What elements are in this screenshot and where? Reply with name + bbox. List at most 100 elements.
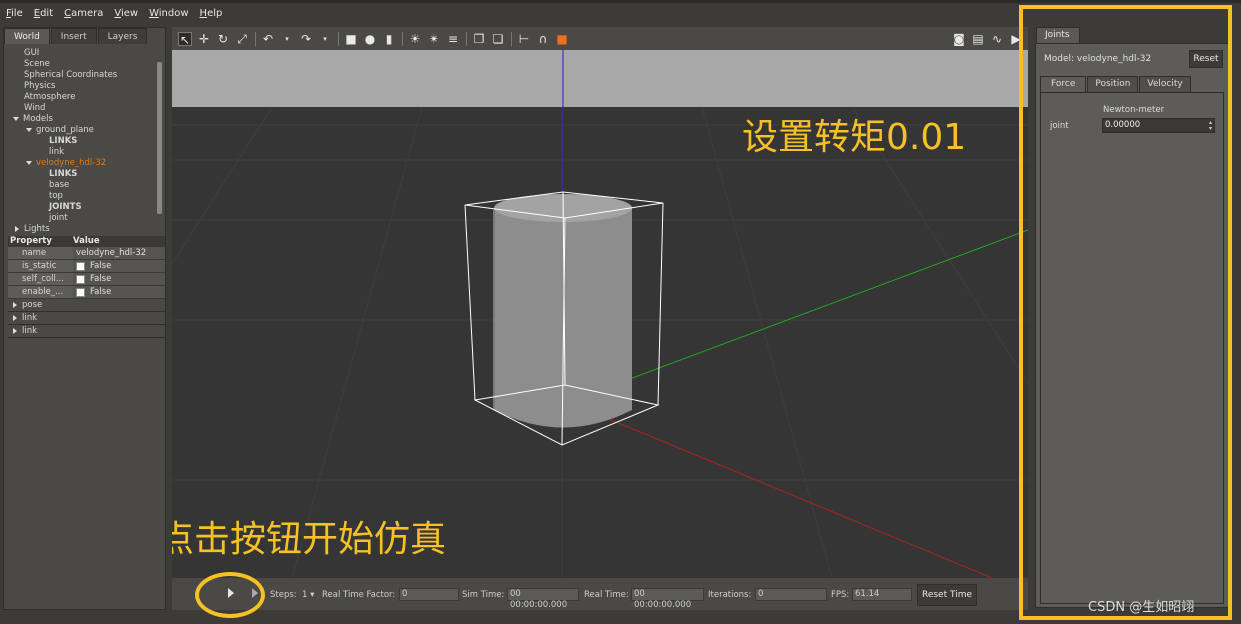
menu-camera-rest: amera (71, 8, 104, 19)
property-value-field: False (73, 260, 165, 272)
tree-item-top[interactable]: top (7, 191, 159, 202)
spot-light-icon[interactable]: ✴ (427, 32, 441, 46)
paste-icon[interactable]: ❏ (491, 32, 505, 46)
collapse-arrow-icon[interactable] (13, 314, 17, 321)
annotation-set-torque: 设置转矩0.01 (742, 117, 967, 158)
menu-window[interactable]: Window (149, 8, 188, 19)
tab-world[interactable]: World (4, 28, 50, 44)
reset-time-button[interactable]: Reset Time (917, 584, 977, 606)
tree-item-scene[interactable]: Scene (7, 59, 159, 70)
menu-window-accel: W (149, 8, 159, 19)
redo-history-icon[interactable]: ▾ (318, 32, 332, 46)
point-light-icon[interactable]: ☀ (408, 32, 422, 46)
directional-light-icon[interactable]: ≡ (446, 32, 460, 46)
snap-icon[interactable]: ∩ (536, 32, 550, 46)
cylinder-shape-icon[interactable]: ▮ (382, 32, 396, 46)
property-name: enable_... (8, 286, 73, 298)
menu-edit-rest: dit (40, 8, 54, 19)
undo-history-icon[interactable]: ▾ (280, 32, 294, 46)
tree-item-models[interactable]: Models (7, 114, 159, 125)
menu-help-accel: H (199, 8, 208, 19)
sim-time-field: 00 00:00:00.000 (507, 588, 579, 610)
toolbar-separator (402, 31, 403, 46)
real-time-field: 00 00:00:00.000 (631, 588, 704, 610)
tree-item-links-ground[interactable]: LINKS (7, 136, 159, 147)
expand-arrow-icon[interactable] (26, 160, 32, 165)
steps-dropdown-icon[interactable]: ▾ (310, 590, 314, 600)
tree-item-links-velodyne[interactable]: LINKS (7, 169, 159, 180)
screenshot-icon[interactable]: ◙ (952, 32, 966, 46)
real-time-label: Real Time: (584, 590, 629, 600)
tree-item-wind[interactable]: Wind (7, 103, 159, 114)
menu-camera[interactable]: Camera (64, 8, 103, 19)
rotate-mode-icon[interactable]: ↻ (216, 32, 230, 46)
steps-value: 1 (302, 590, 308, 600)
expand-arrow-icon[interactable] (13, 116, 19, 121)
property-name: name (8, 247, 73, 259)
rtf-field: 0 (399, 588, 459, 601)
collapse-arrow-icon[interactable] (13, 327, 17, 334)
tree-item-ground-plane[interactable]: ground_plane (7, 125, 159, 136)
time-panel: Steps: 1 ▾ Real Time Factor: 0 Sim Time:… (172, 578, 1028, 610)
redo-icon[interactable]: ↷ (299, 32, 313, 46)
is-static-checkbox[interactable] (76, 261, 85, 271)
fps-label: FPS: (831, 590, 850, 600)
collapse-arrow-icon[interactable] (15, 225, 19, 232)
toolbar-separator (466, 31, 467, 46)
property-group-link[interactable]: link (8, 325, 165, 338)
menu-file[interactable]: File (6, 8, 23, 19)
property-value-field: False (73, 273, 165, 285)
collapse-arrow-icon[interactable] (13, 301, 17, 308)
tree-label-models: Models (23, 114, 53, 124)
box-shape-icon[interactable]: ■ (344, 32, 358, 46)
steps-label: Steps: (270, 590, 297, 600)
menu-help[interactable]: Help (200, 8, 223, 19)
iterations-field: 0 (755, 588, 827, 601)
tree-item-base[interactable]: base (7, 180, 159, 191)
align-icon[interactable]: ⊢ (517, 32, 531, 46)
property-row: enable_... False (8, 286, 165, 299)
property-value: velodyne_hdl-32 (76, 247, 147, 258)
property-row: self_coll... False (8, 273, 165, 286)
tab-insert[interactable]: Insert (50, 28, 97, 44)
tree-item-link[interactable]: link (7, 147, 159, 158)
scale-mode-icon[interactable]: ⤢ (235, 32, 249, 46)
steps-spinner[interactable]: 1 ▾ (302, 590, 314, 600)
tree-scrollbar[interactable] (157, 62, 162, 214)
tree-item-gui[interactable]: GUI (7, 48, 159, 59)
enable-wind-checkbox[interactable] (76, 287, 85, 297)
property-group-link[interactable]: link (8, 312, 165, 325)
tree-item-spherical[interactable]: Spherical Coordinates (7, 70, 159, 81)
tree-item-velodyne[interactable]: velodyne_hdl-32 (7, 158, 159, 169)
change-view-icon[interactable]: ■ (555, 32, 569, 46)
scene-viewport[interactable]: 设置转矩0.01 点击按钮开始仿真 (172, 50, 1028, 578)
tree-item-joints[interactable]: JOINTS (7, 202, 159, 213)
expand-arrow-icon[interactable] (26, 127, 32, 132)
tree-item-physics[interactable]: Physics (7, 81, 159, 92)
self-collide-checkbox[interactable] (76, 274, 85, 284)
sphere-shape-icon[interactable]: ● (363, 32, 377, 46)
tree-item-lights[interactable]: Lights (7, 224, 159, 234)
sim-time-label: Sim Time: (462, 590, 505, 600)
menu-edit[interactable]: Edit (34, 8, 53, 19)
translate-mode-icon[interactable]: ✛ (197, 32, 211, 46)
tab-layers[interactable]: Layers (97, 28, 148, 44)
tree-item-atmosphere[interactable]: Atmosphere (7, 92, 159, 103)
property-value: False (90, 286, 112, 297)
watermark: CSDN @生如昭翊 (1088, 600, 1195, 615)
undo-icon[interactable]: ↶ (261, 32, 275, 46)
property-value-field[interactable]: velodyne_hdl-32 (73, 247, 165, 259)
select-mode-icon[interactable]: ↖ (178, 31, 192, 47)
toolbar-separator (511, 31, 512, 46)
property-group-label: pose (22, 300, 43, 310)
property-group-pose[interactable]: pose (8, 299, 165, 312)
value-col-header: Value (73, 236, 100, 246)
world-tree: GUI Scene Spherical Coordinates Physics … (7, 48, 159, 234)
tree-label-lights: Lights (24, 224, 50, 234)
copy-icon[interactable]: ❐ (472, 32, 486, 46)
log-icon[interactable]: ▤ (971, 32, 985, 46)
property-value-field: False (73, 286, 165, 298)
plot-icon[interactable]: ∿ (990, 32, 1004, 46)
menu-view[interactable]: View (114, 8, 138, 19)
tree-item-joint[interactable]: joint (7, 213, 159, 224)
